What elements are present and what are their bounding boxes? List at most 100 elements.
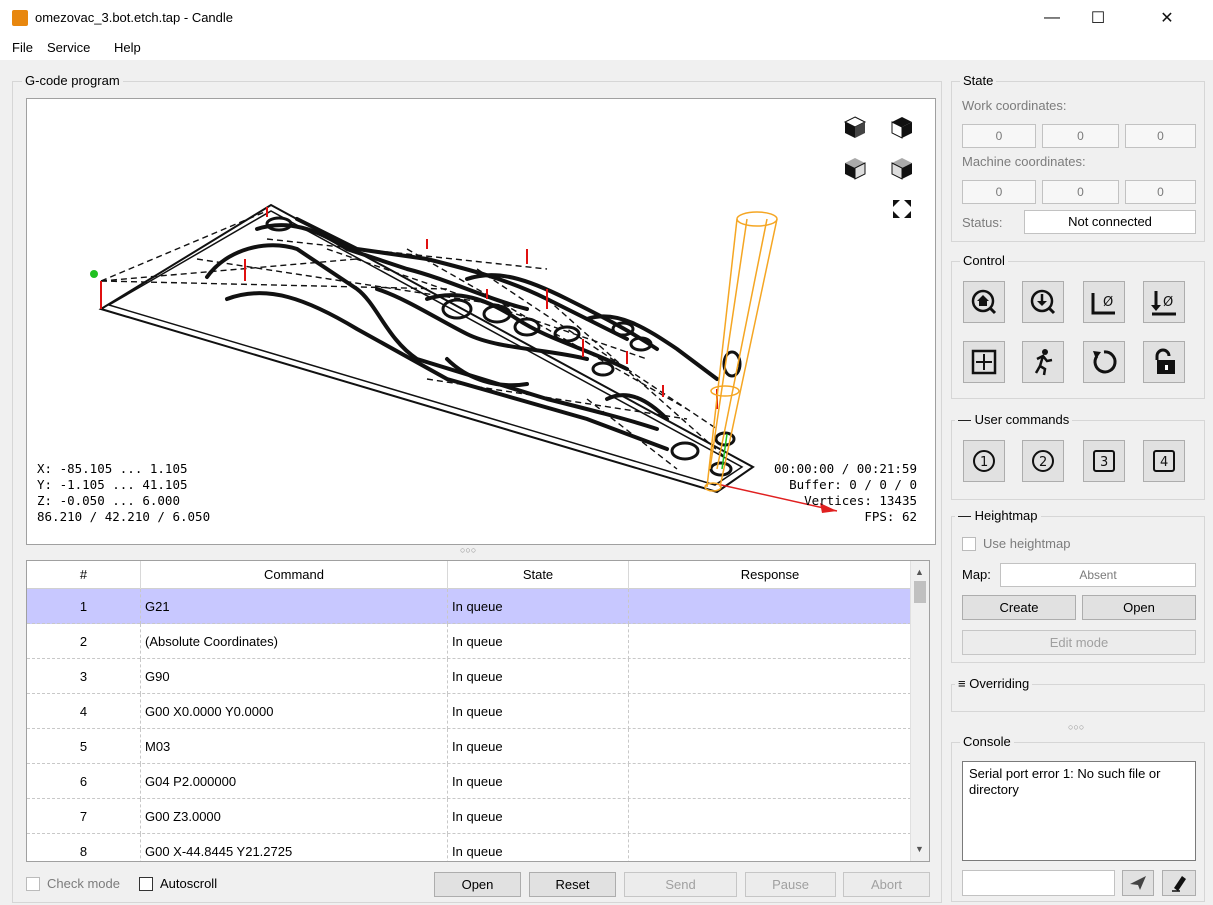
splitter-handle[interactable]: ○○○ bbox=[460, 545, 476, 555]
abort-button[interactable]: Abort bbox=[843, 872, 930, 897]
stats-overlay: 00:00:00 / 00:21:59 Buffer: 0 / 0 / 0 Vert… bbox=[774, 461, 917, 525]
user-command-1-button[interactable]: 1 bbox=[963, 440, 1005, 482]
zero-z-button[interactable]: Ø bbox=[1143, 281, 1185, 323]
restore-origin-button[interactable] bbox=[963, 341, 1005, 383]
home-icon bbox=[971, 289, 997, 315]
reset-button[interactable]: Reset bbox=[529, 872, 616, 897]
vertices-stat: Vertices: 13435 bbox=[804, 493, 917, 508]
table-row[interactable]: 8 G00 X-44.8445 Y21.2725 In queue bbox=[27, 834, 911, 861]
use-heightmap-checkbox[interactable] bbox=[962, 537, 976, 551]
menu-file[interactable]: File bbox=[12, 40, 33, 55]
menu-service[interactable]: Service bbox=[47, 40, 90, 55]
cell-index: 4 bbox=[27, 694, 141, 729]
view-iso-cube-icon[interactable] bbox=[889, 155, 915, 181]
cell-command: G90 bbox=[141, 659, 448, 694]
cell-state: In queue bbox=[448, 589, 629, 624]
right-splitter-handle[interactable]: ○○○ bbox=[1068, 722, 1084, 732]
view-top-cube-icon[interactable] bbox=[889, 114, 915, 140]
circled-2-icon: 2 bbox=[1032, 450, 1054, 472]
cell-state: In queue bbox=[448, 799, 629, 834]
machine-x-field: 0 bbox=[962, 180, 1036, 204]
cell-state: In queue bbox=[448, 729, 629, 764]
work-z-field: 0 bbox=[1125, 124, 1196, 148]
console-output[interactable]: Serial port error 1: No such file or dir… bbox=[962, 761, 1196, 861]
cell-index: 8 bbox=[27, 834, 141, 861]
zero-xy-button[interactable]: Ø bbox=[1083, 281, 1125, 323]
table-row[interactable]: 5 M03 In queue bbox=[27, 729, 911, 764]
user-command-3-button[interactable]: 3 bbox=[1083, 440, 1125, 482]
heightmap-title[interactable]: — Heightmap bbox=[955, 508, 1041, 523]
table-row[interactable]: 1 G21 In queue bbox=[27, 589, 911, 624]
send-command-button[interactable] bbox=[1122, 870, 1154, 896]
bounds-size: 86.210 / 42.210 / 6.050 bbox=[37, 509, 211, 524]
cell-command: G04 P2.000000 bbox=[141, 764, 448, 799]
svg-text:2: 2 bbox=[1039, 455, 1047, 470]
cell-index: 6 bbox=[27, 764, 141, 799]
user-command-2-button[interactable]: 2 bbox=[1022, 440, 1064, 482]
eraser-icon bbox=[1172, 876, 1186, 892]
open-file-button[interactable]: Open bbox=[434, 872, 521, 897]
minimize-button[interactable]: — bbox=[1029, 0, 1075, 36]
machine-z-field: 0 bbox=[1125, 180, 1196, 204]
heightmap-open-button[interactable]: Open bbox=[1082, 595, 1196, 620]
unlock-button[interactable] bbox=[1143, 341, 1185, 383]
cell-state: In queue bbox=[448, 834, 629, 861]
pause-button[interactable]: Pause bbox=[745, 872, 836, 897]
command-input[interactable] bbox=[962, 870, 1115, 896]
table-row[interactable]: 7 G00 Z3.0000 In queue bbox=[27, 799, 911, 834]
edit-mode-button[interactable]: Edit mode bbox=[962, 630, 1196, 655]
autoscroll-checkbox[interactable] bbox=[139, 877, 153, 891]
state-title: State bbox=[960, 73, 997, 88]
probe-z-button[interactable] bbox=[1022, 281, 1064, 323]
header-index[interactable]: # bbox=[27, 561, 141, 589]
bounds-y: Y: -1.105 ... 41.105 bbox=[37, 477, 188, 492]
cell-response bbox=[629, 694, 911, 729]
table-scrollbar[interactable]: ▲ ▼ bbox=[910, 561, 929, 861]
table-header: # Command State Response bbox=[27, 561, 911, 589]
elapsed-time: 00:00:00 / 00:21:59 bbox=[774, 461, 917, 476]
safe-position-button[interactable] bbox=[1022, 341, 1064, 383]
clear-console-button[interactable] bbox=[1162, 870, 1196, 896]
console-title: Console bbox=[960, 734, 1014, 749]
cell-state: In queue bbox=[448, 659, 629, 694]
table-row[interactable]: 4 G00 X0.0000 Y0.0000 In queue bbox=[27, 694, 911, 729]
work-y-field: 0 bbox=[1042, 124, 1119, 148]
autoscroll-label: Autoscroll bbox=[160, 876, 218, 891]
gcode-program-title: G-code program bbox=[22, 73, 123, 88]
cell-command: G00 Z3.0000 bbox=[141, 799, 448, 834]
cell-response bbox=[629, 799, 911, 834]
check-mode-checkbox[interactable] bbox=[26, 877, 40, 891]
zero-z-icon: Ø bbox=[1151, 291, 1176, 316]
3d-visualizer[interactable]: X: -85.105 ... 1.105 Y: -1.105 ... 41.105… bbox=[26, 98, 936, 545]
send-button[interactable]: Send bbox=[624, 872, 737, 897]
header-response[interactable]: Response bbox=[629, 561, 911, 589]
running-man-icon bbox=[1034, 349, 1053, 376]
menu-bar: File Service Help bbox=[0, 36, 1213, 60]
cell-response bbox=[629, 834, 911, 861]
overriding-title[interactable]: ≡ Overriding bbox=[955, 676, 1033, 691]
maximize-button[interactable]: ☐ bbox=[1075, 0, 1121, 36]
machine-y-field: 0 bbox=[1042, 180, 1119, 204]
cell-index: 1 bbox=[27, 589, 141, 624]
heightmap-create-button[interactable]: Create bbox=[962, 595, 1076, 620]
cell-response bbox=[629, 764, 911, 799]
header-command[interactable]: Command bbox=[141, 561, 448, 589]
title-bar: omezovac_3.bot.etch.tap - Candle — ☐ ✕ bbox=[0, 0, 1213, 36]
home-button[interactable] bbox=[963, 281, 1005, 323]
user-command-4-button[interactable]: 4 bbox=[1143, 440, 1185, 482]
soft-reset-button[interactable] bbox=[1083, 341, 1125, 383]
use-heightmap-label: Use heightmap bbox=[983, 536, 1071, 551]
menu-help[interactable]: Help bbox=[114, 40, 141, 55]
table-row[interactable]: 3 G90 In queue bbox=[27, 659, 911, 694]
table-row[interactable]: 6 G04 P2.000000 In queue bbox=[27, 764, 911, 799]
view-left-cube-icon[interactable] bbox=[842, 155, 868, 181]
bounds-overlay: X: -85.105 ... 1.105 Y: -1.105 ... 41.105… bbox=[37, 461, 210, 525]
view-front-cube-icon[interactable] bbox=[842, 114, 868, 140]
gcode-table[interactable]: # Command State Response 1 G21 In queue 2 (A… bbox=[26, 560, 930, 862]
table-row[interactable]: 2 (Absolute Coordinates) In queue bbox=[27, 624, 911, 659]
user-commands-title[interactable]: — User commands bbox=[955, 412, 1073, 427]
fit-view-icon[interactable] bbox=[889, 196, 915, 222]
close-button[interactable]: ✕ bbox=[1121, 0, 1213, 36]
candle-app-icon bbox=[12, 10, 28, 26]
header-state[interactable]: State bbox=[448, 561, 629, 589]
